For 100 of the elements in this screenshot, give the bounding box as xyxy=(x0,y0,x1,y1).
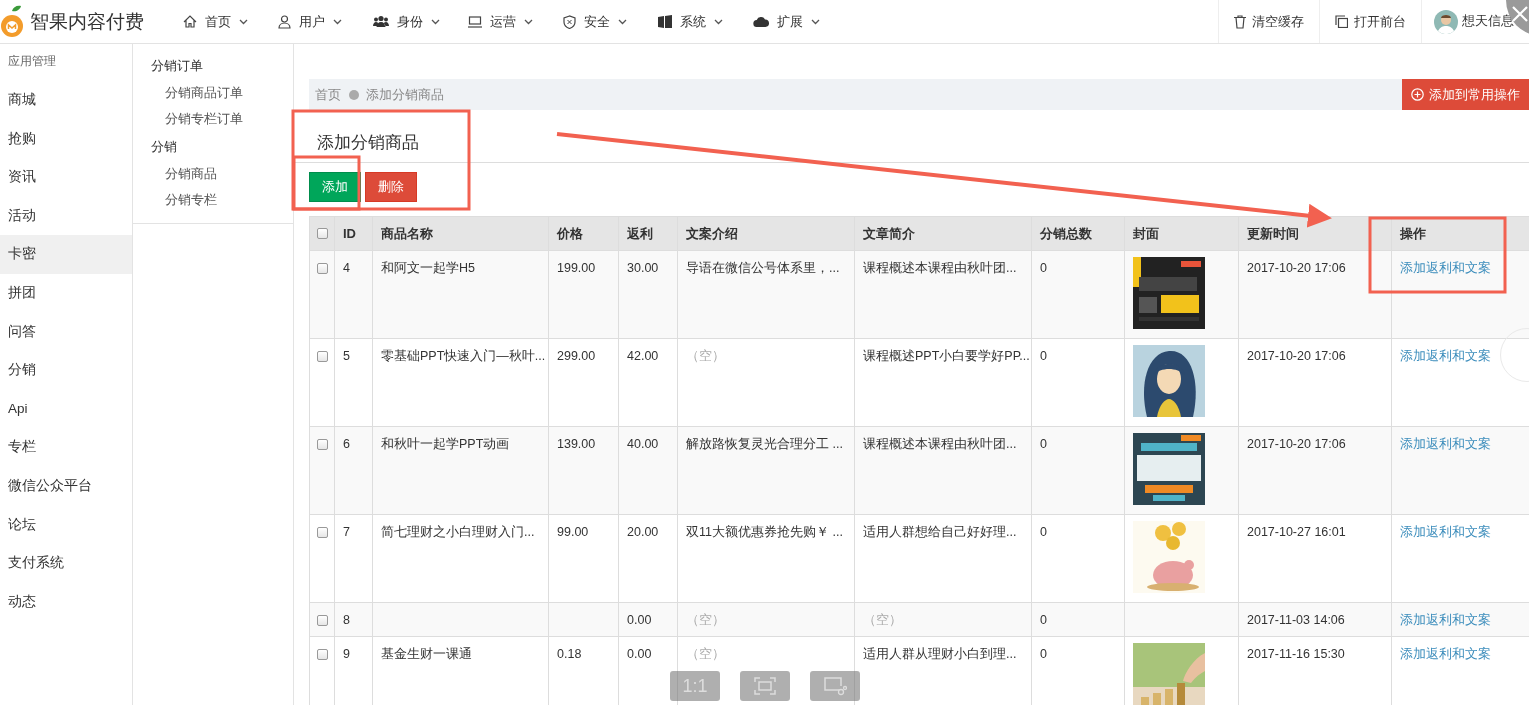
rebate-cell: 30.00 xyxy=(627,261,659,275)
article-summary-cell: 适用人群从理财小白到理... xyxy=(863,647,1017,661)
distribution-count-cell: 0 xyxy=(1040,613,1047,627)
sidebar-item[interactable]: 资讯 xyxy=(0,158,132,197)
add-rebate-link[interactable]: 添加返利和文案 xyxy=(1400,647,1491,661)
add-rebate-link[interactable]: 添加返利和文案 xyxy=(1400,437,1491,451)
column-header: 文案介绍 xyxy=(677,216,855,251)
nav-menu-item[interactable]: 运营 xyxy=(468,0,563,43)
sidebar-item[interactable]: 商城 xyxy=(0,81,132,120)
row-checkbox[interactable] xyxy=(317,263,328,274)
caret-icon xyxy=(811,18,820,25)
copy-intro-cell: 解放路恢复灵光合理分工 ... xyxy=(686,437,843,451)
price-cell: 0.18 xyxy=(557,647,582,661)
row-checkbox[interactable] xyxy=(317,351,328,362)
submenu-item[interactable]: 分销专栏 xyxy=(133,189,293,215)
sidebar-item[interactable]: 微信公众平台 xyxy=(0,466,132,506)
user-icon xyxy=(278,14,291,29)
updated-time-cell: 2017-10-27 16:01 xyxy=(1247,525,1346,539)
sidebar-item[interactable]: 问答 xyxy=(0,312,132,352)
article-summary-cell: 适用人群想给自己好好理... xyxy=(863,525,1017,539)
trash-icon xyxy=(1234,14,1246,29)
price-cell: 199.00 xyxy=(557,261,596,275)
caret-icon xyxy=(239,18,248,25)
select-all-checkbox[interactable] xyxy=(317,227,328,239)
sidebar-header: 应用管理 xyxy=(7,53,57,70)
book-icon xyxy=(658,15,672,28)
row-checkbox[interactable] xyxy=(317,649,328,660)
column-header: 操作 xyxy=(1391,216,1529,251)
sidebar-item[interactable]: Api xyxy=(0,389,132,429)
updated-time-cell: 2017-10-20 17:06 xyxy=(1247,437,1346,451)
updated-time-cell: 2017-11-16 15:30 xyxy=(1247,647,1345,661)
sidebar-item[interactable]: 拼团 xyxy=(0,273,132,313)
sidebar-item[interactable]: 论坛 xyxy=(0,505,132,545)
submenu-item[interactable]: 分销商品订单 xyxy=(133,82,293,108)
submenu-group-title: 分销 xyxy=(150,138,178,156)
row-checkbox[interactable] xyxy=(317,615,328,626)
rebate-cell: 20.00 xyxy=(627,525,659,539)
article-summary-cell: 课程概述本课程由秋叶团... xyxy=(863,437,1017,451)
sidebar-item[interactable]: 动态 xyxy=(0,582,132,622)
column-header: 更新时间 xyxy=(1238,216,1392,251)
breadcrumb-separator xyxy=(349,89,359,100)
add-rebate-link[interactable]: 添加返利和文案 xyxy=(1400,525,1491,539)
avatar-icon xyxy=(1434,9,1458,34)
submenu-item[interactable]: 分销专栏订单 xyxy=(133,108,293,134)
plus-circle-icon xyxy=(1411,88,1424,101)
column-header: 封面 xyxy=(1124,216,1239,251)
article-summary-cell: 课程概述PPT小白要学好PP... xyxy=(863,349,1030,363)
updated-time-cell: 2017-10-20 17:06 xyxy=(1247,349,1346,363)
caret-icon xyxy=(431,18,440,25)
submenu-item[interactable]: 分销商品 xyxy=(133,163,293,189)
caret-icon xyxy=(714,18,723,25)
product-name-cell: 简七理财之小白理财入门... xyxy=(381,525,535,539)
updated-time-cell: 2017-11-03 14:06 xyxy=(1247,613,1345,627)
breadcrumb-current: 添加分销商品 xyxy=(366,85,444,104)
nav-menu-item[interactable]: 身份 xyxy=(373,0,468,43)
copy-intro-cell: （空） xyxy=(686,613,725,627)
id-cell: 7 xyxy=(343,525,350,539)
nav-menu-item[interactable]: 首页 xyxy=(183,0,278,43)
toolbar-action[interactable]: 清空缓存 xyxy=(1218,0,1319,43)
price-cell: 139.00 xyxy=(557,437,596,451)
nav-menu-item[interactable]: 扩展 xyxy=(753,0,848,43)
delete-button[interactable]: 删除 xyxy=(365,172,417,202)
column-header: ID xyxy=(334,216,373,251)
id-cell: 6 xyxy=(343,437,350,451)
column-header: 返利 xyxy=(618,216,678,251)
rebate-cell: 0.00 xyxy=(627,647,652,661)
brand-name: 智果内容付费 xyxy=(30,9,144,34)
copy-intro-cell: 双11大额优惠券抢先购￥ ... xyxy=(686,525,843,539)
copy-icon xyxy=(1335,15,1348,28)
row-checkbox[interactable] xyxy=(317,439,328,450)
price-cell: 299.00 xyxy=(557,349,596,363)
rebate-cell: 40.00 xyxy=(627,437,659,451)
screenshot-button[interactable] xyxy=(810,671,860,701)
sidebar-item[interactable]: 支付系统 xyxy=(0,544,132,583)
submenu-group-title: 分销订单 xyxy=(150,57,204,75)
article-summary-cell: 课程概述本课程由秋叶团... xyxy=(863,261,1017,275)
add-rebate-link[interactable]: 添加返利和文案 xyxy=(1400,261,1491,275)
sidebar-item[interactable]: 抢购 xyxy=(0,119,132,159)
updated-time-cell: 2017-10-20 17:06 xyxy=(1247,261,1346,275)
nav-menu-item[interactable]: 用户 xyxy=(278,0,373,43)
nav-menu-item[interactable]: 安全 xyxy=(563,0,658,43)
add-rebate-link[interactable]: 添加返利和文案 xyxy=(1400,349,1491,363)
id-cell: 8 xyxy=(343,613,350,627)
caret-icon xyxy=(618,18,627,25)
sidebar-item[interactable]: 分销 xyxy=(0,351,132,390)
cloud-icon xyxy=(753,16,769,27)
page-title: 添加分销商品 xyxy=(316,132,420,154)
caret-icon xyxy=(333,18,342,25)
fit-screen-button[interactable] xyxy=(740,671,790,701)
sidebar-item[interactable]: 卡密 xyxy=(0,235,132,274)
distribution-count-cell: 0 xyxy=(1040,261,1047,275)
sidebar-item[interactable]: 活动 xyxy=(0,196,132,236)
toolbar-action[interactable]: 打开前台 xyxy=(1319,0,1421,43)
sidebar-item[interactable]: 专栏 xyxy=(0,428,132,467)
copy-intro-cell: 导语在微信公号体系里，... xyxy=(686,261,840,275)
add-to-favorites-button[interactable]: 添加到常用操作 xyxy=(1402,79,1529,110)
column-header: 分销总数 xyxy=(1031,216,1125,251)
distribution-count-cell: 0 xyxy=(1040,349,1047,363)
row-checkbox[interactable] xyxy=(317,527,328,538)
nav-menu-item[interactable]: 系统 xyxy=(658,0,753,43)
